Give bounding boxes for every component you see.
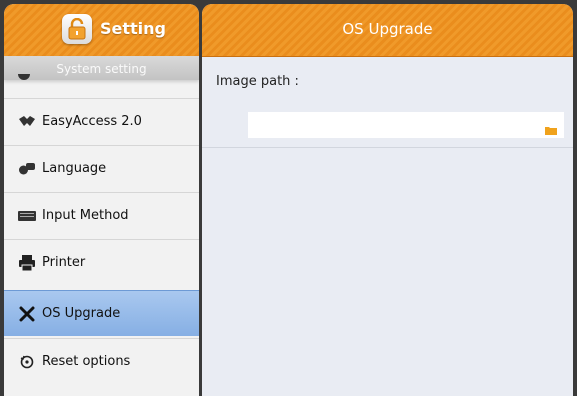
sidebar: Setting System setting EasyAccess 2.0 La…: [4, 4, 199, 396]
sidebar-title: Setting: [100, 19, 166, 38]
sidebar-item-label: Language: [42, 161, 107, 176]
sidebar-item-easyaccess[interactable]: EasyAccess 2.0: [4, 98, 199, 144]
sidebar-item-input-method[interactable]: Input Method: [4, 192, 199, 238]
easyaccess-icon: [18, 113, 36, 131]
divider: [202, 147, 573, 148]
sidebar-item-label: Reset options: [42, 354, 131, 369]
sidebar-item-os-upgrade[interactable]: OS Upgrade: [4, 290, 199, 336]
sidebar-item-label: OS Upgrade: [42, 306, 121, 321]
tools-icon: [18, 305, 36, 323]
sidebar-item-label: Input Method: [42, 208, 129, 223]
main-header: OS Upgrade: [202, 4, 573, 57]
printer-icon: [18, 254, 36, 272]
sidebar-item-label: EasyAccess 2.0: [42, 114, 142, 129]
unlock-icon[interactable]: [62, 14, 92, 44]
language-icon: [18, 160, 36, 178]
sidebar-item-language[interactable]: Language: [4, 145, 199, 191]
sidebar-header: Setting: [4, 4, 199, 57]
section-label: System setting: [4, 56, 199, 80]
image-path-input[interactable]: [248, 112, 564, 138]
reset-icon: [18, 353, 36, 371]
image-path-label: Image path :: [216, 74, 299, 89]
page-title: OS Upgrade: [342, 20, 433, 38]
sidebar-item-label: Printer: [42, 255, 86, 270]
main-panel: OS Upgrade Image path :: [202, 4, 573, 396]
folder-icon[interactable]: [545, 120, 557, 139]
sidebar-item-printer[interactable]: Printer: [4, 239, 199, 285]
keyboard-icon: [18, 207, 36, 225]
sidebar-item-reset-options[interactable]: Reset options: [4, 338, 199, 384]
